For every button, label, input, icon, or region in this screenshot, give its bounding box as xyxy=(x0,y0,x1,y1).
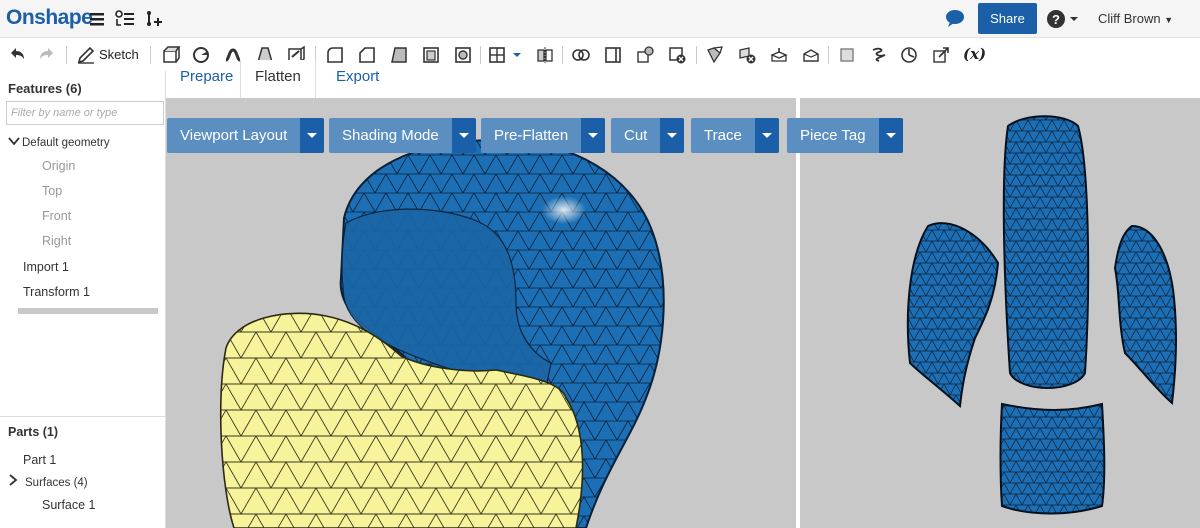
chevron-down-icon[interactable] xyxy=(451,118,476,153)
user-name: Cliff Brown xyxy=(1098,11,1161,26)
undo-icon[interactable] xyxy=(6,44,28,66)
helmet-model-render[interactable] xyxy=(166,98,1200,528)
chevron-down-icon[interactable] xyxy=(660,118,685,153)
piece-tag-label: Piece Tag xyxy=(800,127,866,144)
document-list-icon[interactable] xyxy=(114,9,136,29)
parts-divider[interactable] xyxy=(0,416,166,417)
tree-item-front[interactable]: Front xyxy=(42,209,71,223)
surfaces-label: Surfaces (4) xyxy=(25,477,88,489)
surfaces-folder[interactable]: Surfaces (4) xyxy=(8,474,88,489)
tab-export[interactable]: Export xyxy=(322,60,393,98)
viewport-layout-button[interactable]: Viewport Layout xyxy=(167,118,325,153)
part-item[interactable]: Part 1 xyxy=(23,453,56,467)
chevron-down-icon[interactable] xyxy=(581,118,606,153)
delete-part-icon[interactable] xyxy=(666,44,688,66)
mirror-icon[interactable] xyxy=(534,44,556,66)
pre-flatten-label: Pre-Flatten xyxy=(494,127,569,144)
share-button[interactable]: Share xyxy=(978,3,1037,34)
svg-text:?: ? xyxy=(1052,12,1060,27)
tab-flatten[interactable]: Flatten xyxy=(240,60,316,98)
menu-icon[interactable] xyxy=(89,9,111,29)
surface-item[interactable]: Surface 1 xyxy=(42,498,96,512)
hole-icon[interactable] xyxy=(452,44,474,66)
plane-icon[interactable] xyxy=(704,44,726,66)
variable-fx-button[interactable]: (x) xyxy=(963,45,986,63)
pre-flatten-button[interactable]: Pre-Flatten xyxy=(481,118,606,153)
derived-icon[interactable] xyxy=(930,44,952,66)
viewport-layout-label: Viewport Layout xyxy=(180,127,288,144)
features-title: Features (6) xyxy=(8,81,82,96)
replace-face-icon[interactable] xyxy=(800,44,822,66)
parts-title: Parts (1) xyxy=(8,425,59,439)
shading-mode-button[interactable]: Shading Mode xyxy=(329,118,476,153)
pattern-icon[interactable] xyxy=(486,44,508,66)
chevron-down-icon[interactable] xyxy=(754,118,779,153)
shading-mode-label: Shading Mode xyxy=(342,127,439,144)
chevron-right-icon[interactable] xyxy=(8,474,25,489)
chevron-down-icon: ▼ xyxy=(1164,15,1174,25)
tree-item-right[interactable]: Right xyxy=(42,234,71,248)
feature-list-scrollbar[interactable] xyxy=(18,308,158,314)
piece-tag-button[interactable]: Piece Tag xyxy=(787,118,903,153)
3d-viewport[interactable] xyxy=(166,98,1200,528)
delete-face-icon[interactable] xyxy=(736,44,758,66)
sketch-pencil-icon[interactable] xyxy=(75,44,97,66)
feature-transform-1[interactable]: Transform 1 xyxy=(23,285,90,299)
pattern-dropdown-icon[interactable] xyxy=(510,44,524,66)
default-geometry-label: Default geometry xyxy=(22,137,110,149)
tree-item-top[interactable]: Top xyxy=(42,184,62,198)
plane-tool-icon[interactable] xyxy=(836,44,858,66)
trace-label: Trace xyxy=(704,127,742,144)
app-header: Onshape Share ? Cliff Brown ▼ xyxy=(0,0,1200,38)
onshape-logo[interactable]: Onshape xyxy=(6,6,93,30)
tab-prepare[interactable]: Prepare xyxy=(166,60,247,98)
feature-import-1[interactable]: Import 1 xyxy=(23,260,69,274)
shell-icon[interactable] xyxy=(420,44,442,66)
feature-list-panel: Features (6) Default geometry Origin Top… xyxy=(0,71,166,528)
split-icon[interactable] xyxy=(602,44,624,66)
cut-button[interactable]: Cut xyxy=(611,118,685,153)
mate-connector-icon[interactable] xyxy=(898,44,920,66)
trace-button[interactable]: Trace xyxy=(691,118,779,153)
feature-filter-input[interactable] xyxy=(6,101,164,125)
flattened-pieces[interactable] xyxy=(906,115,1177,515)
help-icon[interactable]: ? xyxy=(1046,8,1078,28)
viewport-split-divider[interactable] xyxy=(796,98,800,528)
add-branch-icon[interactable] xyxy=(143,9,165,29)
move-face-icon[interactable] xyxy=(768,44,790,66)
redo-icon[interactable] xyxy=(36,44,58,66)
chevron-down-icon[interactable] xyxy=(878,118,903,153)
transform-icon[interactable] xyxy=(634,44,656,66)
chevron-down-icon[interactable] xyxy=(8,135,22,149)
boolean-icon[interactable] xyxy=(570,44,592,66)
default-geometry-folder[interactable]: Default geometry xyxy=(8,135,110,149)
tree-item-origin[interactable]: Origin xyxy=(42,159,75,173)
cut-label: Cut xyxy=(624,127,648,144)
sketch-button[interactable]: Sketch xyxy=(99,47,139,62)
comment-icon[interactable] xyxy=(944,8,966,28)
user-menu[interactable]: Cliff Brown ▼ xyxy=(1098,11,1173,26)
helix-icon[interactable] xyxy=(868,44,890,66)
chevron-down-icon[interactable] xyxy=(300,118,325,153)
